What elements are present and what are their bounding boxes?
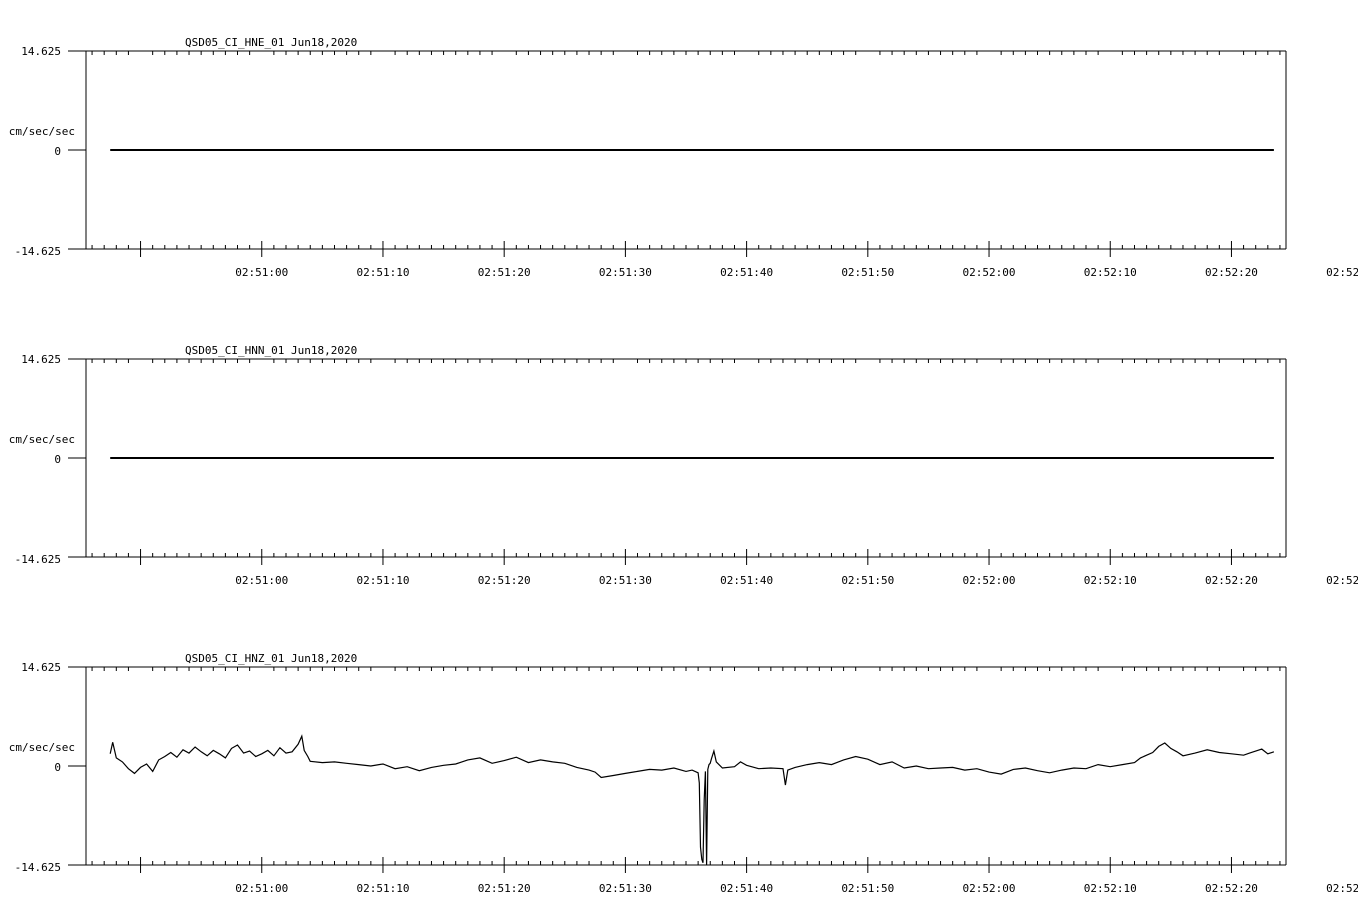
x-tick-label: 02:52:00 bbox=[963, 574, 1016, 587]
x-tick-label: 02:52:20 bbox=[1205, 574, 1258, 587]
x-tick-label: 02:51:50 bbox=[841, 266, 894, 279]
series-line-0 bbox=[109, 734, 1275, 865]
y-tick-label-zero: 0 bbox=[54, 145, 61, 158]
x-tick-label: 02:51:30 bbox=[599, 882, 652, 895]
x-tick-label: 02:51:00 bbox=[235, 266, 288, 279]
x-tick-label: 02:52:10 bbox=[1084, 574, 1137, 587]
chart-title: QSD05_CI_HNZ_01 Jun18,2020 bbox=[185, 652, 357, 665]
y-tick-label-max: 14.625 bbox=[21, 353, 61, 366]
x-tick-label: 02:51:10 bbox=[356, 574, 409, 587]
chart-panel-0: 02:51:00 02:51:10 02:51:20 02:51:30 02:51:40… bbox=[9, 36, 1358, 279]
x-tick-label: 02:51:00 bbox=[235, 882, 288, 895]
chart-title: QSD05_CI_HNN_01 Jun18,2020 bbox=[185, 344, 357, 357]
x-tick-label: 02:52:20 bbox=[1205, 266, 1258, 279]
y-tick-label-zero: 0 bbox=[54, 761, 61, 774]
x-tick-label: 02:51:40 bbox=[720, 882, 773, 895]
seismogram-charts: 02:51:00 02:51:10 02:51:20 02:51:30 02:51:40… bbox=[9, 36, 1358, 895]
x-tick-label: 02:51:50 bbox=[841, 574, 894, 587]
x-tick-label: 02:51:50 bbox=[841, 882, 894, 895]
y-tick-label-max: 14.625 bbox=[21, 45, 61, 58]
chart-title: QSD05_CI_HNE_01 Jun18,2020 bbox=[185, 36, 357, 49]
x-tick-label: 02:51:20 bbox=[478, 882, 531, 895]
x-tick-label: 02:52:10 bbox=[1084, 266, 1137, 279]
x-tick-label: 02:52:30 bbox=[1326, 266, 1358, 279]
x-tick-label: 02:52:10 bbox=[1084, 882, 1137, 895]
chart-panel-1: 02:51:00 02:51:10 02:51:20 02:51:30 02:51:40… bbox=[9, 344, 1358, 587]
y-tick-label-zero: 0 bbox=[54, 453, 61, 466]
x-tick-label: 02:52:00 bbox=[963, 882, 1016, 895]
x-tick-label: 02:52:30 bbox=[1326, 882, 1358, 895]
y-axis-label: cm/sec/sec bbox=[9, 741, 75, 754]
x-tick-label: 02:51:00 bbox=[235, 574, 288, 587]
y-tick-label-min: -14.625 bbox=[15, 861, 61, 874]
x-tick-label: 02:51:30 bbox=[599, 266, 652, 279]
x-tick-label: 02:51:10 bbox=[356, 882, 409, 895]
x-tick-label: 02:52:20 bbox=[1205, 882, 1258, 895]
x-tick-label: 02:51:40 bbox=[720, 574, 773, 587]
x-tick-label: 02:51:20 bbox=[478, 574, 531, 587]
x-tick-label: 02:51:10 bbox=[356, 266, 409, 279]
y-axis-label: cm/sec/sec bbox=[9, 433, 75, 446]
y-tick-label-max: 14.625 bbox=[21, 661, 61, 674]
chart-panel-2: 02:51:00 02:51:10 02:51:20 02:51:30 02:51:40… bbox=[9, 652, 1358, 895]
x-tick-label: 02:52:00 bbox=[963, 266, 1016, 279]
y-tick-label-min: -14.625 bbox=[15, 245, 61, 258]
x-tick-label: 02:51:40 bbox=[720, 266, 773, 279]
y-tick-label-min: -14.625 bbox=[15, 553, 61, 566]
y-axis-label: cm/sec/sec bbox=[9, 125, 75, 138]
x-tick-label: 02:52:30 bbox=[1326, 574, 1358, 587]
x-tick-label: 02:51:30 bbox=[599, 574, 652, 587]
x-tick-label: 02:51:20 bbox=[478, 266, 531, 279]
